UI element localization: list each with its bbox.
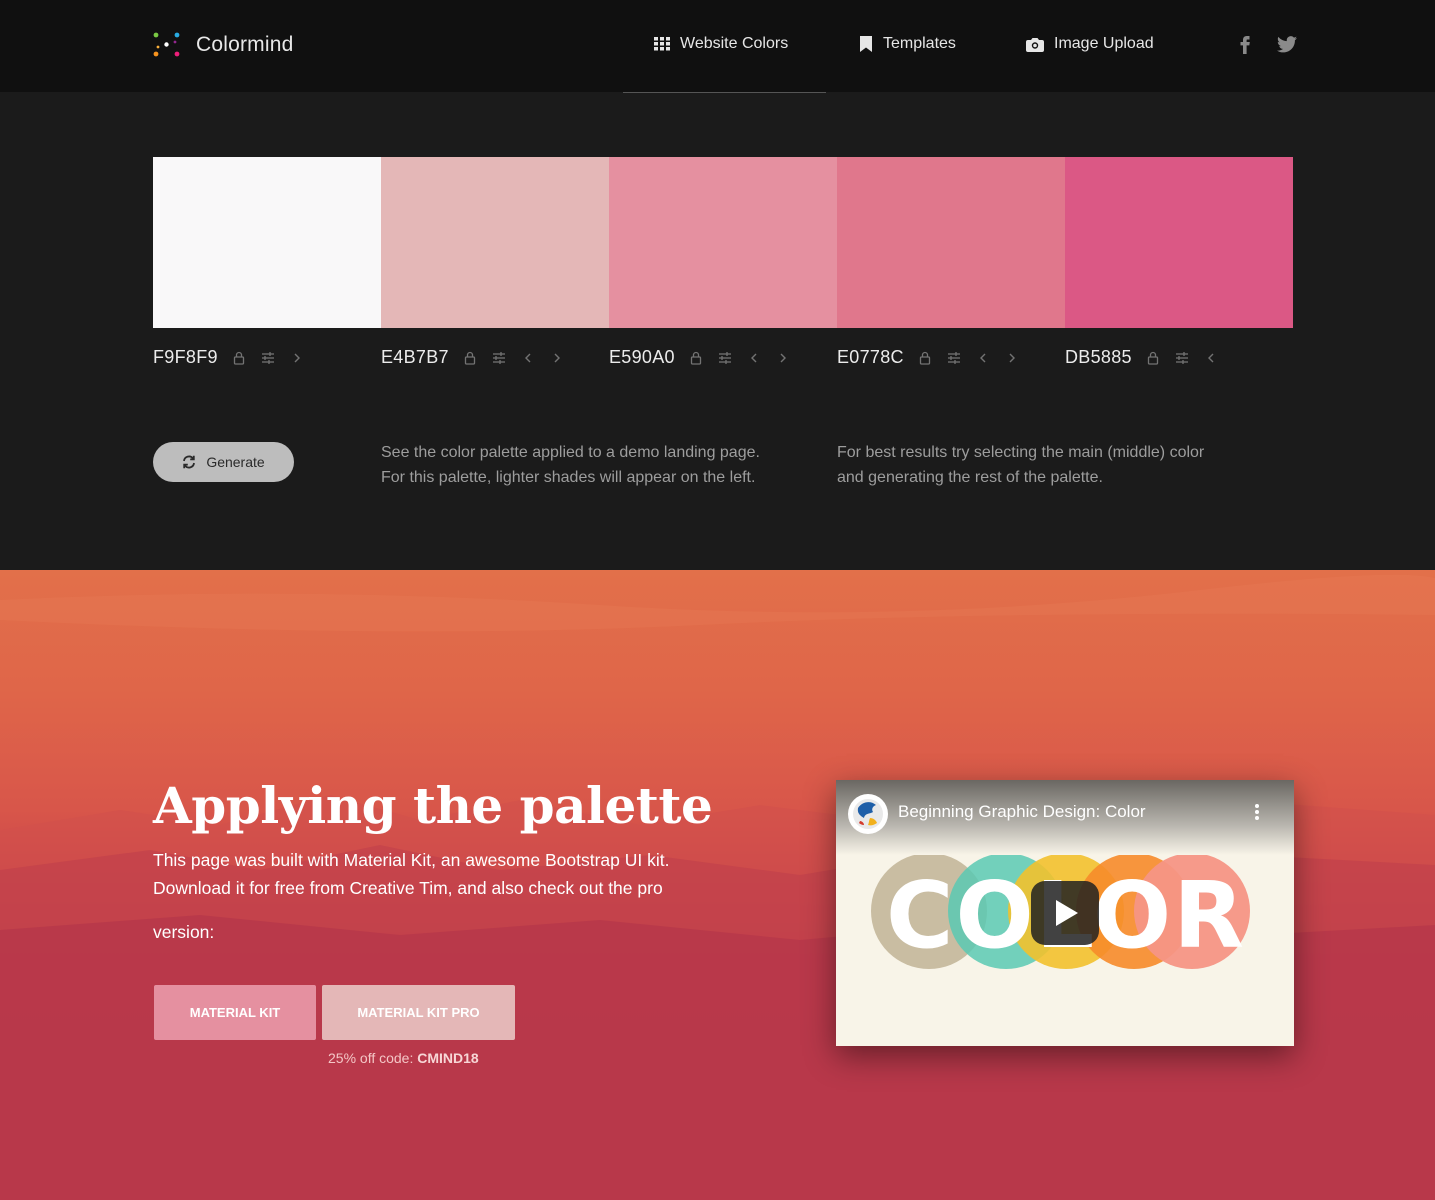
active-tab-underline: [623, 92, 826, 93]
twitter-icon[interactable]: [1277, 36, 1297, 53]
hero-description: This page was built with Material Kit, a…: [153, 846, 713, 946]
nav-website-colors[interactable]: Website Colors: [654, 35, 788, 53]
swatch-controls-1: F9F8F9: [153, 347, 319, 368]
lock-icon[interactable]: [918, 351, 932, 365]
generate-button[interactable]: Generate: [153, 442, 294, 482]
hex-value[interactable]: E0778C: [837, 347, 904, 368]
bookmark-icon: [860, 36, 872, 52]
nav-image-upload-label: Image Upload: [1054, 35, 1154, 52]
video-embed[interactable]: COLOR Beginning Graphic Design: Color: [836, 780, 1294, 1046]
adjust-sliders-icon[interactable]: [1175, 351, 1189, 365]
material-kit-button[interactable]: MATERIAL KIT: [154, 985, 316, 1040]
hex-value[interactable]: DB5885: [1065, 347, 1132, 368]
hex-value[interactable]: E590A0: [609, 347, 675, 368]
nav-image-upload[interactable]: Image Upload: [1026, 35, 1154, 53]
swatch-controls-3: E590A0: [609, 347, 805, 368]
grid-icon: [654, 37, 670, 51]
color-swatch-4[interactable]: [837, 157, 1065, 328]
lock-icon[interactable]: [689, 351, 703, 365]
color-swatch-3[interactable]: [609, 157, 837, 328]
hero-text-line: This page was built with Material Kit, a…: [153, 850, 670, 870]
adjust-sliders-icon[interactable]: [718, 351, 732, 365]
channel-avatar[interactable]: [848, 794, 888, 834]
color-swatch-2[interactable]: [381, 157, 609, 328]
top-navbar: Colormind Website Colors Templates Image…: [0, 0, 1435, 92]
brand-name[interactable]: Colormind: [196, 33, 294, 57]
swatch-controls-4: E0778C: [837, 347, 1034, 368]
hex-value[interactable]: F9F8F9: [153, 347, 218, 368]
adjust-sliders-icon[interactable]: [261, 351, 275, 365]
promo-prefix: 25% off code:: [328, 1050, 418, 1066]
colormind-logo-icon[interactable]: [152, 30, 182, 60]
promo-code: CMIND18: [417, 1050, 479, 1066]
chevron-left-icon[interactable]: [747, 351, 761, 365]
info-demo-text: See the color palette applied to a demo …: [381, 440, 760, 490]
refresh-icon: [183, 455, 196, 469]
info-tip-text: For best results try selecting the main …: [837, 440, 1204, 490]
info-tip-line: For best results try selecting the main …: [837, 444, 1205, 461]
chevron-right-icon[interactable]: [290, 351, 304, 365]
color-swatch-5[interactable]: [1065, 157, 1293, 328]
info-demo-line: See the color palette applied to a demo …: [381, 444, 760, 461]
lock-icon[interactable]: [1146, 351, 1160, 365]
chevron-right-icon[interactable]: [1005, 351, 1019, 365]
nav-templates-label: Templates: [883, 35, 956, 52]
globe-icon: [853, 799, 883, 829]
chevron-left-icon[interactable]: [976, 351, 990, 365]
more-vertical-icon[interactable]: [1252, 802, 1262, 822]
generate-label: Generate: [206, 454, 265, 470]
swatch-controls-5: DB5885: [1065, 347, 1233, 368]
info-tip-line: and generating the rest of the palette.: [837, 469, 1103, 486]
color-swatch-1[interactable]: [153, 157, 381, 328]
adjust-sliders-icon[interactable]: [492, 351, 506, 365]
video-title[interactable]: Beginning Graphic Design: Color: [898, 802, 1146, 822]
camera-icon: [1026, 37, 1044, 52]
nav-website-colors-label: Website Colors: [680, 35, 789, 52]
hero-text-line: version:: [153, 922, 215, 942]
chevron-right-icon[interactable]: [776, 351, 790, 365]
adjust-sliders-icon[interactable]: [947, 351, 961, 365]
chevron-left-icon[interactable]: [521, 351, 535, 365]
lock-icon[interactable]: [463, 351, 477, 365]
hex-value[interactable]: E4B7B7: [381, 347, 449, 368]
material-kit-pro-button[interactable]: MATERIAL KIT PRO: [322, 985, 515, 1040]
swatch-controls-2: E4B7B7: [381, 347, 579, 368]
facebook-icon[interactable]: [1239, 36, 1251, 54]
lock-icon[interactable]: [232, 351, 246, 365]
hero-text-line: Download it for free from Creative Tim, …: [153, 878, 663, 898]
info-demo-line: For this palette, lighter shades will ap…: [381, 469, 756, 486]
chevron-left-icon[interactable]: [1204, 351, 1218, 365]
chevron-right-icon[interactable]: [550, 351, 564, 365]
play-button[interactable]: [1031, 881, 1099, 945]
promo-text: 25% off code: CMIND18: [328, 1050, 479, 1066]
hero-title: Applying the palette: [153, 776, 713, 835]
nav-templates[interactable]: Templates: [859, 35, 956, 53]
